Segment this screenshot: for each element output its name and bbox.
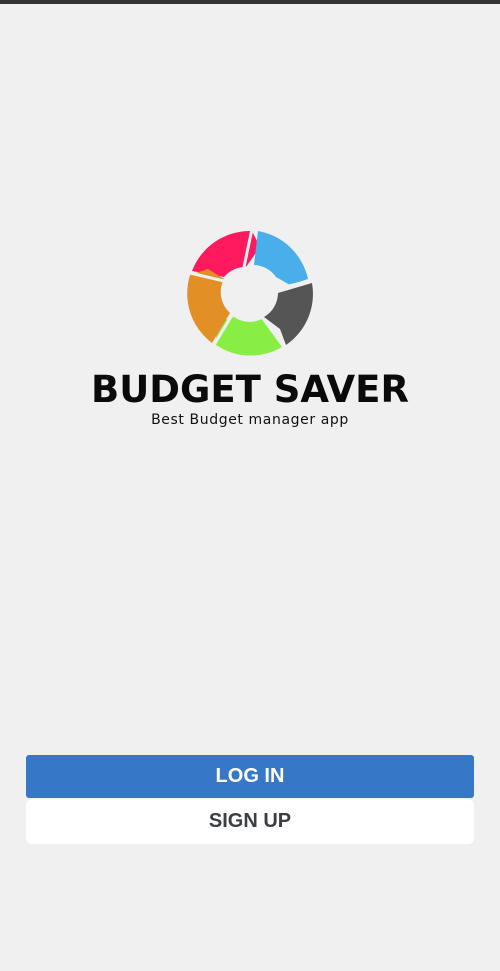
- signup-button[interactable]: SIGN UP: [26, 799, 474, 844]
- login-button[interactable]: LOG IN: [26, 755, 474, 798]
- app-tagline: Best Budget manager app: [151, 412, 349, 428]
- top-status-bar: [0, 0, 500, 4]
- cycle-arrows-logo-icon: [187, 228, 313, 356]
- brand-logo: BUDGET SAVER Best Budget manager app: [0, 226, 500, 436]
- app-title: BUDGET SAVER: [91, 368, 409, 411]
